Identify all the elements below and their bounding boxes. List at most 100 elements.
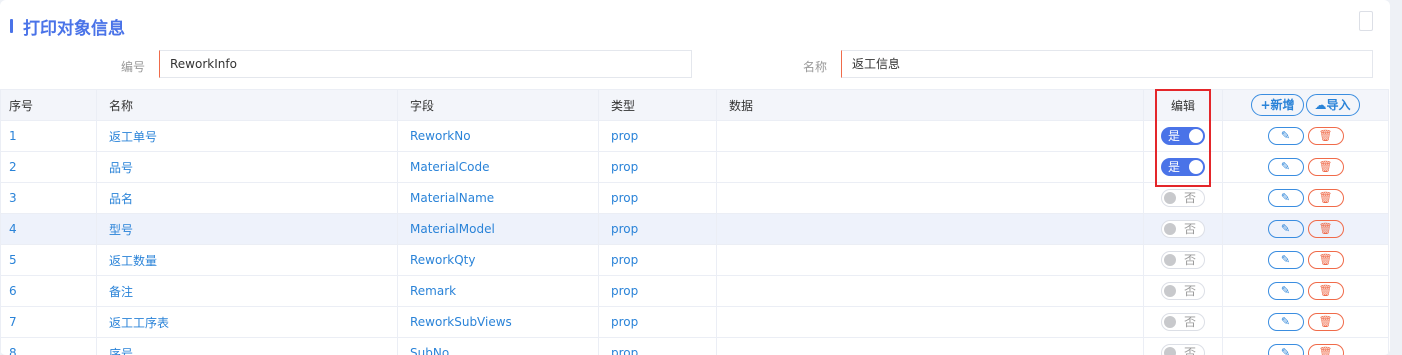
edit-row-button[interactable]: ✎ (1267, 251, 1304, 269)
trash-icon: 🗑 (1318, 284, 1333, 297)
code-field[interactable]: ReworkInfo (159, 50, 692, 78)
panel-header: 打印对象信息 (10, 16, 125, 39)
edit-row-button[interactable]: ✎ (1267, 158, 1304, 176)
edit-row-button[interactable]: ✎ (1267, 344, 1304, 355)
cell-name[interactable]: 型号 (96, 213, 398, 245)
cell-name[interactable]: 返工工序表 (96, 306, 398, 338)
toggle-knob (1164, 192, 1176, 204)
cell-name[interactable]: 备注 (96, 275, 398, 307)
col-field-header: 字段 (397, 89, 599, 121)
toggle-knob (1164, 347, 1176, 355)
cell-data[interactable] (716, 213, 1144, 245)
cell-index: 8 (0, 337, 97, 355)
cell-index: 2 (0, 151, 97, 183)
col-index-header: 序号 (0, 89, 97, 121)
table-row: 5 返工数量 ReworkQty prop 否 ✎ 🗑 (0, 244, 1389, 276)
col-data-header: 数据 (716, 89, 1144, 121)
cell-field[interactable]: SubNo (397, 337, 599, 355)
pencil-icon: ✎ (1280, 346, 1291, 355)
delete-row-button[interactable]: 🗑 (1307, 282, 1344, 300)
edit-row-button[interactable]: ✎ (1267, 282, 1304, 300)
cell-type[interactable]: prop (598, 213, 717, 245)
trash-icon: 🗑 (1318, 191, 1333, 204)
delete-row-button[interactable]: 🗑 (1307, 189, 1344, 207)
edit-row-button[interactable]: ✎ (1267, 189, 1304, 207)
edit-toggle[interactable]: 否 (1161, 313, 1205, 331)
cell-type[interactable]: prop (598, 306, 717, 338)
edit-toggle[interactable]: 否 (1161, 220, 1205, 238)
name-field[interactable]: 返工信息 (841, 50, 1373, 78)
pencil-icon: ✎ (1280, 315, 1291, 328)
cell-actions: ✎ 🗑 (1222, 213, 1389, 245)
cell-field[interactable]: ReworkSubViews (397, 306, 599, 338)
cell-edit: 否 (1143, 275, 1223, 307)
name-label: 名称 (803, 60, 828, 74)
cell-index: 1 (0, 120, 97, 152)
edit-toggle[interactable]: 否 (1161, 251, 1205, 269)
pencil-icon: ✎ (1280, 222, 1291, 235)
cell-data[interactable] (716, 182, 1144, 214)
table-row: 6 备注 Remark prop 否 ✎ 🗑 (0, 275, 1389, 307)
cell-field[interactable]: Remark (397, 275, 599, 307)
cell-edit: 否 (1143, 213, 1223, 245)
delete-row-button[interactable]: 🗑 (1307, 127, 1344, 145)
trash-icon: 🗑 (1318, 222, 1333, 235)
cell-data[interactable] (716, 244, 1144, 276)
cell-field[interactable]: MaterialCode (397, 151, 599, 183)
cell-type[interactable]: prop (598, 120, 717, 152)
pencil-icon: ✎ (1280, 129, 1291, 142)
cell-actions: ✎ 🗑 (1222, 306, 1389, 338)
toggle-label: 否 (1183, 315, 1196, 329)
cell-data[interactable] (716, 275, 1144, 307)
cell-name[interactable]: 品名 (96, 182, 398, 214)
delete-row-button[interactable]: 🗑 (1307, 220, 1344, 238)
add-button[interactable]: +新增 (1251, 94, 1304, 116)
delete-row-button[interactable]: 🗑 (1307, 313, 1344, 331)
cell-type[interactable]: prop (598, 151, 717, 183)
edit-toggle[interactable]: 否 (1161, 344, 1205, 355)
pencil-icon: ✎ (1280, 191, 1291, 204)
cell-name[interactable]: 返工单号 (96, 120, 398, 152)
toggle-label: 否 (1183, 222, 1196, 236)
cell-data[interactable] (716, 306, 1144, 338)
toggle-label: 否 (1183, 284, 1196, 298)
toggle-knob (1164, 285, 1176, 297)
col-name-header: 名称 (96, 89, 398, 121)
page-title: 打印对象信息 (23, 18, 125, 39)
cell-name[interactable]: 序号 (96, 337, 398, 355)
cell-type[interactable]: prop (598, 244, 717, 276)
toggle-knob (1164, 254, 1176, 266)
cell-type[interactable]: prop (598, 337, 717, 355)
trash-icon: 🗑 (1318, 129, 1333, 142)
cell-field[interactable]: MaterialName (397, 182, 599, 214)
delete-row-button[interactable]: 🗑 (1307, 158, 1344, 176)
edit-row-button[interactable]: ✎ (1267, 127, 1304, 145)
import-button[interactable]: ☁导入 (1305, 94, 1360, 116)
table-row: 3 品名 MaterialName prop 否 ✎ 🗑 (0, 182, 1389, 214)
cell-name[interactable]: 品号 (96, 151, 398, 183)
edit-row-button[interactable]: ✎ (1267, 313, 1304, 331)
code-label: 编号 (121, 60, 146, 74)
trash-icon: 🗑 (1318, 253, 1333, 266)
toggle-label: 否 (1183, 253, 1196, 267)
cell-type[interactable]: prop (598, 182, 717, 214)
import-button-label: 导入 (1326, 98, 1351, 112)
cell-field[interactable]: ReworkQty (397, 244, 599, 276)
cell-type[interactable]: prop (598, 275, 717, 307)
cell-field[interactable]: ReworkNo (397, 120, 599, 152)
cell-name[interactable]: 返工数量 (96, 244, 398, 276)
cell-index: 4 (0, 213, 97, 245)
cell-data[interactable] (716, 120, 1144, 152)
cell-data[interactable] (716, 151, 1144, 183)
fullscreen-toggle[interactable] (1359, 11, 1373, 31)
cell-data[interactable] (716, 337, 1144, 355)
cell-field[interactable]: MaterialModel (397, 213, 599, 245)
delete-row-button[interactable]: 🗑 (1307, 344, 1344, 355)
delete-row-button[interactable]: 🗑 (1307, 251, 1344, 269)
cell-edit: 否 (1143, 244, 1223, 276)
edit-column-highlight (1155, 89, 1211, 187)
edit-row-button[interactable]: ✎ (1267, 220, 1304, 238)
trash-icon: 🗑 (1318, 160, 1333, 173)
edit-toggle[interactable]: 否 (1161, 189, 1205, 207)
edit-toggle[interactable]: 否 (1161, 282, 1205, 300)
